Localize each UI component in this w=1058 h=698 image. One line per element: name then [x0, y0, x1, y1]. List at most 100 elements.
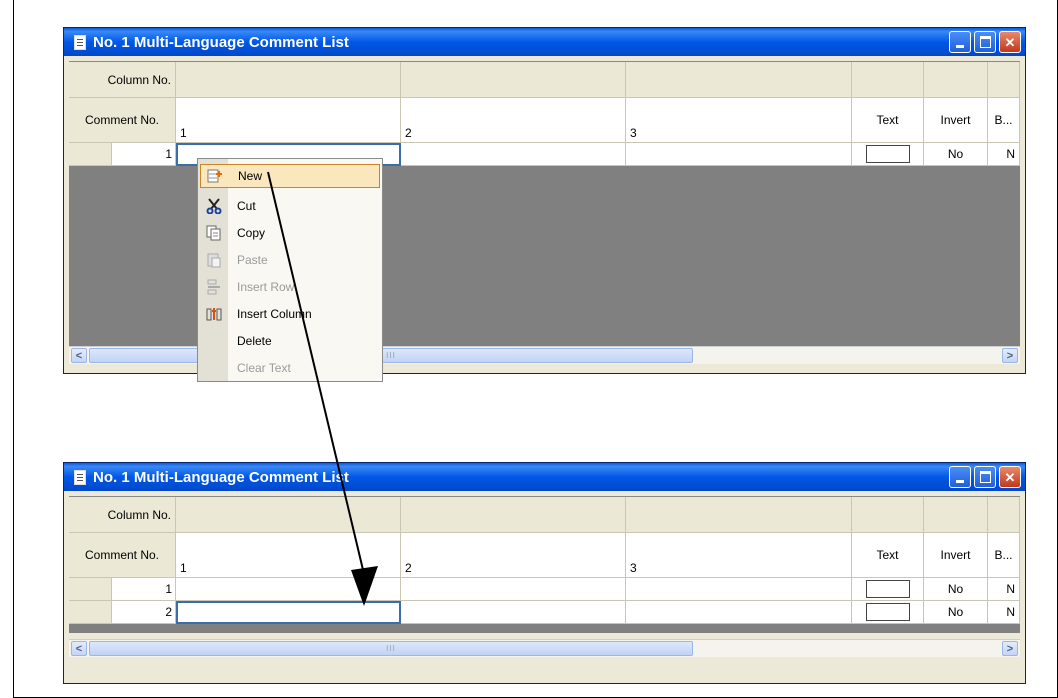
- b-cell[interactable]: N: [988, 143, 1020, 166]
- column-header-3[interactable]: 3: [626, 533, 852, 578]
- horizontal-scrollbar[interactable]: < III >: [69, 639, 1020, 657]
- menu-item-clear-text[interactable]: Clear Text: [200, 356, 380, 380]
- menu-item-insert-row[interactable]: Insert Row: [200, 275, 380, 299]
- invert-header-top: [924, 62, 988, 98]
- maximize-button[interactable]: [974, 31, 996, 53]
- row-number: 1: [165, 147, 172, 161]
- text-color-swatch[interactable]: [865, 603, 910, 621]
- menu-item-label: Copy: [237, 226, 266, 240]
- close-button[interactable]: ✕: [999, 466, 1021, 488]
- menu-item-paste[interactable]: Paste: [200, 248, 380, 272]
- b-header-top: [988, 62, 1020, 98]
- title-bar[interactable]: No. 1 Multi-Language Comment List ✕: [64, 28, 1025, 56]
- menu-item-label: Paste: [237, 253, 268, 267]
- column-header-3-top: [626, 497, 852, 533]
- menu-item-copy[interactable]: Copy: [200, 221, 380, 245]
- scroll-thumb[interactable]: III: [89, 641, 693, 656]
- scroll-thumb[interactable]: III: [89, 348, 693, 363]
- row-number-cell[interactable]: 1: [69, 143, 176, 166]
- column-header-1[interactable]: 1: [176, 533, 401, 578]
- comment-cell-col3[interactable]: [626, 578, 852, 601]
- comment-no-header: Comment No.: [69, 533, 176, 578]
- column-header-1-top: [176, 497, 401, 533]
- scroll-left-button[interactable]: <: [71, 348, 87, 363]
- scissors-icon: [205, 197, 223, 215]
- column-no-header: Column No.: [69, 62, 176, 98]
- title-bar[interactable]: No. 1 Multi-Language Comment List ✕: [64, 463, 1025, 491]
- column-header-2[interactable]: 2: [401, 533, 626, 578]
- b-cell[interactable]: N: [988, 578, 1020, 601]
- close-button[interactable]: ✕: [999, 31, 1021, 53]
- text-color-cell[interactable]: [852, 601, 924, 624]
- row-selector[interactable]: [69, 143, 112, 165]
- comment-list-window-after: No. 1 Multi-Language Comment List ✕ Colu…: [63, 462, 1026, 684]
- column-no-header: Column No.: [69, 497, 176, 533]
- maximize-button[interactable]: [974, 466, 996, 488]
- comment-cell-col2[interactable]: [401, 601, 626, 624]
- minimize-button[interactable]: [949, 31, 971, 53]
- maximize-icon: [979, 471, 991, 483]
- row-selector[interactable]: [69, 578, 112, 600]
- row-number: 1: [165, 582, 172, 596]
- menu-item-new[interactable]: New: [200, 164, 380, 188]
- comment-cell-col3[interactable]: [626, 143, 852, 166]
- column-number-header-row: Column No.: [69, 497, 1020, 533]
- comment-cell-col1[interactable]: [176, 578, 401, 601]
- scroll-right-button[interactable]: >: [1002, 348, 1018, 363]
- text-color-swatch[interactable]: [865, 580, 910, 598]
- menu-item-cut[interactable]: Cut: [200, 194, 380, 218]
- comment-no-header: Comment No.: [69, 98, 176, 143]
- minimize-button[interactable]: [949, 466, 971, 488]
- document-icon: [74, 34, 86, 50]
- column-header-1[interactable]: 1: [176, 98, 401, 143]
- invert-cell[interactable]: No: [924, 578, 988, 601]
- text-header-top: [852, 62, 924, 98]
- comment-cell-col3[interactable]: [626, 601, 852, 624]
- minimize-icon: [956, 44, 964, 48]
- b-cell[interactable]: N: [988, 601, 1020, 624]
- window-title: No. 1 Multi-Language Comment List: [93, 468, 349, 486]
- scroll-right-button[interactable]: >: [1002, 641, 1018, 656]
- table-row[interactable]: 2 No N: [69, 601, 1020, 624]
- text-color-cell[interactable]: [852, 578, 924, 601]
- column-header-2[interactable]: 2: [401, 98, 626, 143]
- close-icon: ✕: [1004, 34, 1016, 50]
- comment-cell-col1[interactable]: [176, 601, 401, 624]
- invert-cell[interactable]: No: [924, 601, 988, 624]
- insert-column-icon: [205, 305, 223, 323]
- column-header-1-top: [176, 62, 401, 98]
- copy-icon: [205, 224, 223, 242]
- document-icon: [74, 469, 86, 485]
- row-number-cell[interactable]: 2: [69, 601, 176, 624]
- comment-cell-col2[interactable]: [401, 143, 626, 166]
- invert-header: Invert: [924, 98, 988, 143]
- column-header-3-top: [626, 62, 852, 98]
- menu-item-label: Clear Text: [237, 361, 291, 375]
- text-color-cell[interactable]: [852, 143, 924, 166]
- menu-item-label: New: [238, 169, 263, 183]
- context-menu: New Cut Copy Paste Insert Row Insert Col…: [197, 158, 383, 382]
- invert-cell[interactable]: No: [924, 143, 988, 166]
- comment-cell-col2[interactable]: [401, 578, 626, 601]
- table-row[interactable]: 1 No N: [69, 578, 1020, 601]
- close-icon: ✕: [1004, 469, 1016, 485]
- menu-item-insert-column[interactable]: Insert Column: [200, 302, 380, 326]
- menu-item-delete[interactable]: Delete: [200, 329, 380, 353]
- menu-item-label: Cut: [237, 199, 256, 213]
- comment-number-header-row: Comment No. 1 2 3 Text Invert B...: [69, 98, 1020, 143]
- scroll-left-button[interactable]: <: [71, 641, 87, 656]
- menu-item-label: Insert Row: [237, 280, 295, 294]
- comment-number-header-row: Comment No. 1 2 3 Text Invert B...: [69, 533, 1020, 578]
- invert-header: Invert: [924, 533, 988, 578]
- row-number-cell[interactable]: 1: [69, 578, 176, 601]
- row-selector[interactable]: [69, 601, 112, 623]
- insert-row-icon: [205, 278, 223, 296]
- column-number-header-row: Column No.: [69, 62, 1020, 98]
- b-header-top: [988, 497, 1020, 533]
- text-color-swatch[interactable]: [865, 145, 910, 163]
- comment-grid: Column No. Comment No. 1 2 3 Text Invert…: [69, 496, 1020, 627]
- column-header-3[interactable]: 3: [626, 98, 852, 143]
- text-header: Text: [852, 98, 924, 143]
- row-number: 2: [165, 605, 172, 619]
- column-header-2-top: [401, 497, 626, 533]
